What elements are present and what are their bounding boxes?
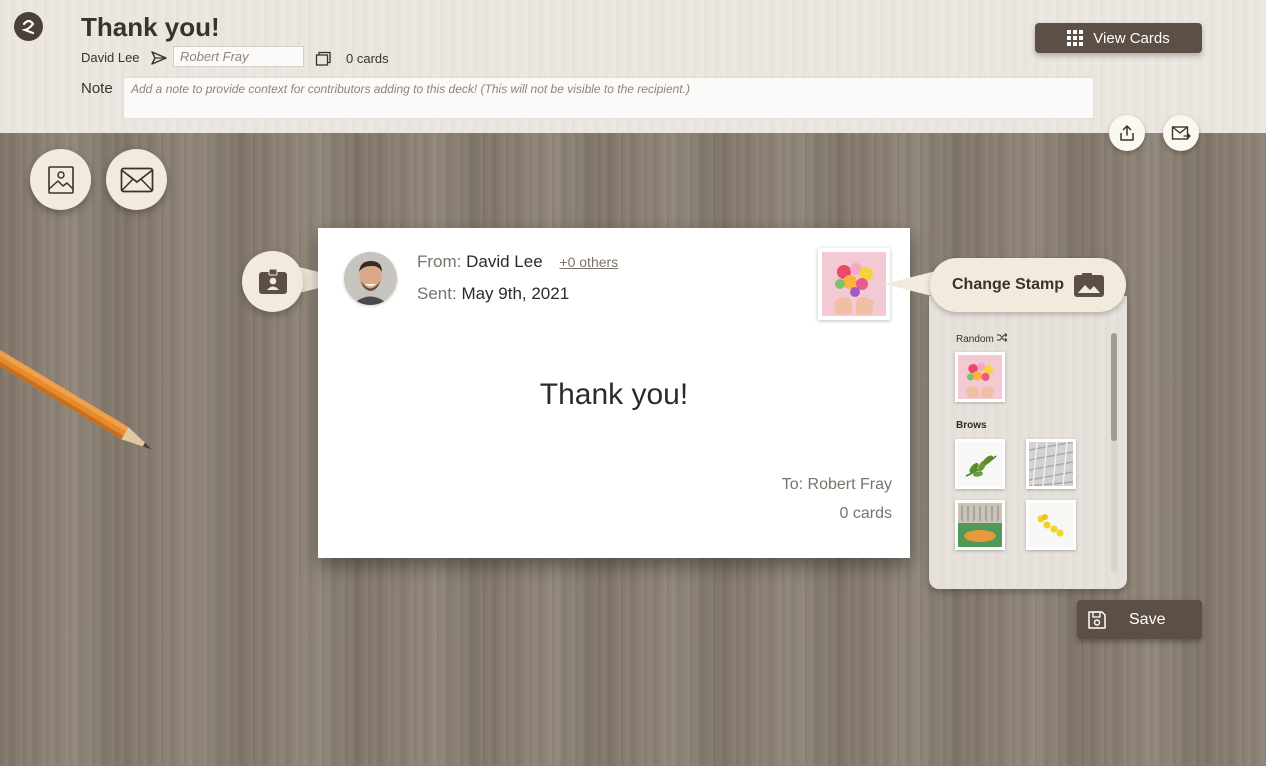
architecture-stamp-image [1029,442,1073,486]
leaves-stamp-image [958,442,1002,486]
add-image-button[interactable] [30,149,91,210]
email-send-button[interactable] [1163,115,1199,151]
logo-icon[interactable] [14,12,43,41]
contact-card-icon [258,268,287,294]
from-name: David Lee [466,252,543,271]
floppy-disk-icon [1088,610,1106,629]
random-label[interactable]: Random [956,333,1008,345]
save-button[interactable]: Save [1077,600,1202,639]
cards-stack-icon [315,51,331,66]
card-stamp[interactable] [818,248,890,320]
lemons-stamp-image [1029,503,1073,547]
save-label: Save [1129,610,1166,628]
envelope-icon [120,167,153,192]
change-stamp-button[interactable]: Change Stamp [930,258,1126,312]
stamp-option-architecture[interactable] [1026,439,1076,489]
envelope-button[interactable] [106,149,167,210]
image-icon [47,165,74,194]
card-sent-line: Sent: May 9th, 2021 [417,284,569,304]
page-title: Thank you! [81,12,220,42]
card-from-line: From: David Lee +0 others [417,252,618,272]
send-arrow-icon [151,51,167,65]
photo-icon [1074,273,1104,297]
sender-name: David Lee [81,50,140,65]
stamp-picker-panel: Random Brows [929,296,1127,589]
change-stamp-label: Change Stamp [951,276,1064,293]
flower-heart-stamp-image [958,355,1002,399]
stamp-option-leaves[interactable] [955,439,1005,489]
recipient-input[interactable] [173,46,304,67]
view-cards-label: View Cards [1093,29,1170,47]
stamp-option-lemons[interactable] [1026,500,1076,550]
card-message[interactable]: Thank you! [318,378,910,412]
email-send-icon [1171,126,1191,140]
from-label: From: [417,252,462,271]
stamp-category-label: Brows [956,420,987,431]
card-count: 0 cards [839,505,892,522]
court-stamp-image [958,503,1002,547]
sent-label: Sent: [417,284,457,303]
sent-date: May 9th, 2021 [461,284,570,303]
stamp-option-random[interactable] [955,352,1005,402]
share-icon [1120,125,1134,141]
share-button[interactable] [1109,115,1145,151]
note-field[interactable]: Add a note to provide context for contri… [123,77,1094,119]
view-cards-button[interactable]: View Cards [1035,23,1202,53]
avatar [344,252,397,305]
header-bar: Thank you! David Lee 0 cards Note Add a … [0,0,1266,133]
card-to-line: To: Robert Fray [781,476,892,493]
change-avatar-button[interactable] [242,251,303,312]
stamp-panel-scrollbar-thumb[interactable] [1111,333,1117,441]
flower-heart-stamp-image [822,252,886,316]
shuffle-icon [996,333,1008,342]
stamp-option-court[interactable] [955,500,1005,550]
grid-icon [1067,30,1084,46]
pencil-decoration [0,340,153,450]
cards-count: 0 cards [346,51,389,66]
note-label: Note [81,80,113,97]
others-link[interactable]: +0 others [559,254,618,270]
